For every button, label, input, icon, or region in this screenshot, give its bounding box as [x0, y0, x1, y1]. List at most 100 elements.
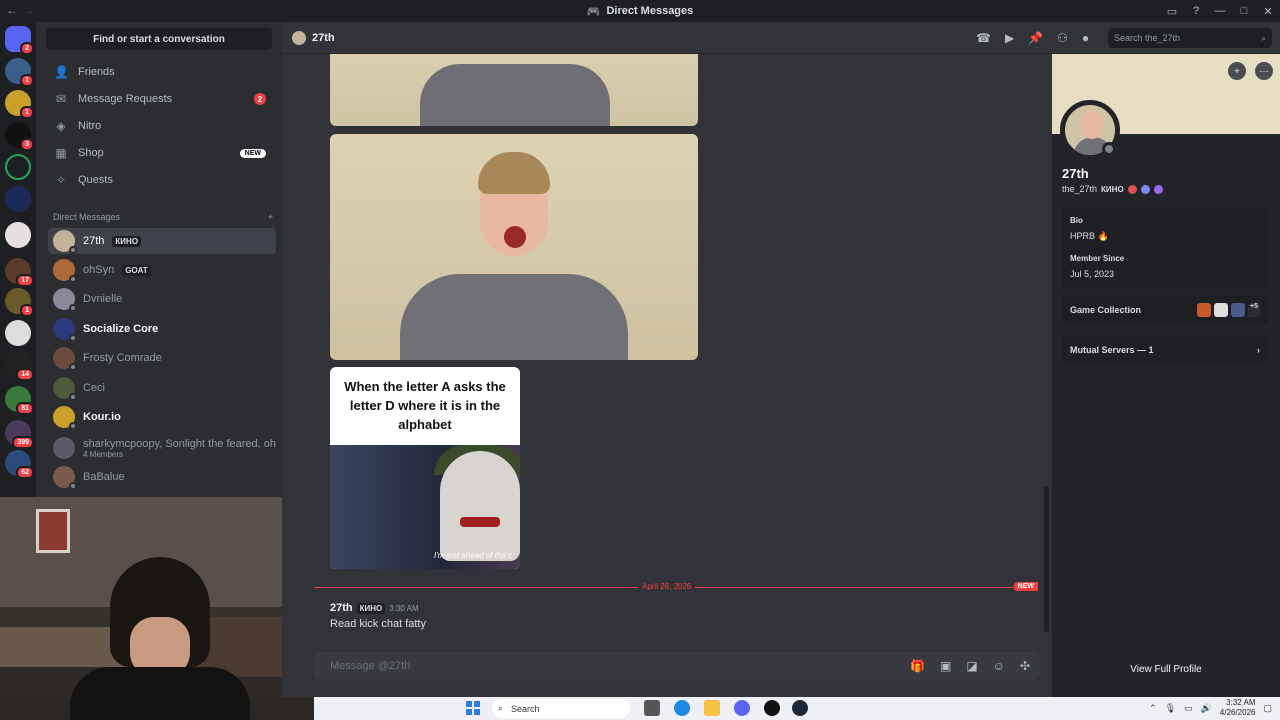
- nitro-badge-icon[interactable]: [1140, 184, 1150, 194]
- nav-message-requests[interactable]: ✉ Message Requests 2: [48, 87, 276, 111]
- nav-friends[interactable]: 👤 Friends: [48, 60, 276, 84]
- avatar: [53, 230, 77, 254]
- mutual-servers[interactable]: Mutual Servers — 1 ›: [1062, 336, 1268, 364]
- server-icon[interactable]: [5, 222, 31, 248]
- add-friend-icon[interactable]: +: [1228, 62, 1246, 80]
- sticker-icon[interactable]: ◪: [966, 659, 977, 673]
- dm-item[interactable]: Socialize Core: [48, 316, 276, 342]
- server-rail: 2 1 1 3 17 1 14 81 399 62: [0, 22, 36, 497]
- dm-item[interactable]: 27th КИНО: [48, 228, 276, 254]
- new-badge: NEW: [1013, 582, 1038, 591]
- server-badge: 399: [12, 436, 34, 449]
- call-icon[interactable]: ☎: [976, 31, 991, 45]
- server-badge: 81: [16, 402, 34, 415]
- dm-item[interactable]: Dvnielle: [48, 286, 276, 312]
- dm-item[interactable]: Kour.io: [48, 404, 276, 430]
- add-server-icon[interactable]: [5, 154, 31, 180]
- nav-quests[interactable]: ✧ Quests: [48, 168, 276, 192]
- badge-icon[interactable]: [1127, 184, 1137, 194]
- meme-image[interactable]: When the letter A asks the letter D wher…: [330, 367, 520, 569]
- shop-icon: ▦: [55, 146, 67, 160]
- nav-shop[interactable]: ▦ Shop NEW: [48, 141, 276, 165]
- video-icon[interactable]: ▶: [1005, 31, 1014, 45]
- avatar: [53, 259, 77, 283]
- avatar: [53, 288, 77, 312]
- taskview-icon[interactable]: [644, 700, 660, 716]
- server-icon[interactable]: 17: [5, 258, 34, 287]
- server-icon[interactable]: [5, 320, 31, 346]
- server-icon[interactable]: 1: [5, 58, 34, 87]
- system-tray: ⌃ 🎙 ▭ 🔊 3:32 AM 4/26/2026 ▢: [1149, 698, 1272, 718]
- gift-icon[interactable]: 🎁: [910, 659, 925, 673]
- back-arrow-icon[interactable]: ←: [6, 3, 18, 17]
- help-icon[interactable]: ?: [1184, 5, 1208, 17]
- close-button[interactable]: ✕: [1256, 5, 1280, 18]
- chat-scrollbar[interactable]: [1044, 486, 1049, 632]
- server-icon[interactable]: 3: [5, 122, 34, 151]
- server-icon[interactable]: 81: [5, 386, 34, 415]
- emoji-icon[interactable]: ☺: [993, 659, 1005, 673]
- dm-item[interactable]: BaBalue: [48, 464, 276, 490]
- message-input[interactable]: Message @27th 🎁 ▣ ◪ ☺ ✣: [314, 652, 1040, 680]
- add-friends-icon[interactable]: ⚇: [1057, 31, 1068, 45]
- chevron-up-icon[interactable]: ⌃: [1149, 703, 1157, 714]
- more-options-icon[interactable]: ⋯: [1255, 62, 1273, 80]
- search-input[interactable]: Search the_27th ⌕: [1108, 28, 1272, 48]
- view-full-profile-button[interactable]: View Full Profile: [1052, 664, 1280, 675]
- apps-icon[interactable]: ✣: [1020, 659, 1030, 673]
- minimize-button[interactable]: —: [1208, 5, 1232, 17]
- server-icon[interactable]: 399: [5, 420, 34, 449]
- volume-icon[interactable]: 🔊: [1201, 703, 1212, 714]
- profile-toggle-icon[interactable]: ●: [1082, 31, 1089, 45]
- bio-text: HPRB 🔥: [1070, 231, 1109, 241]
- server-icon[interactable]: 62: [5, 450, 34, 479]
- dm-item[interactable]: ohSyn GOAT: [48, 257, 276, 283]
- notification-icon[interactable]: ▢: [1263, 703, 1272, 714]
- inbox-icon[interactable]: ▭: [1160, 5, 1184, 18]
- server-badge: 1: [20, 74, 34, 87]
- server-icon[interactable]: 14: [5, 352, 34, 381]
- maximize-button[interactable]: □: [1232, 5, 1256, 17]
- gif-icon[interactable]: ▣: [940, 659, 951, 673]
- nav-nitro[interactable]: ◈ Nitro: [48, 114, 276, 138]
- game-collection[interactable]: Game Collection +5: [1062, 295, 1268, 325]
- add-dm-icon[interactable]: +: [268, 212, 273, 222]
- dm-group-item[interactable]: sharkymcpoopy, Sonlight the feared, oh..…: [48, 433, 276, 463]
- home-button[interactable]: 2: [5, 26, 34, 55]
- attachment-image[interactable]: [330, 54, 698, 126]
- discord-taskbar-icon[interactable]: [734, 700, 750, 716]
- server-badge: 1: [20, 304, 34, 317]
- profile-display-name: 27th: [1062, 166, 1089, 181]
- channel-title: 27th: [292, 30, 335, 45]
- nav-label: Friends: [78, 66, 115, 78]
- server-badge: 2: [20, 42, 34, 55]
- clan-tag: GOAT: [122, 264, 151, 276]
- explorer-icon[interactable]: [704, 700, 720, 716]
- obs-icon[interactable]: [764, 700, 780, 716]
- window-title: 🎮 Direct Messages: [586, 5, 694, 18]
- message-text: Read kick chat fatty: [330, 618, 426, 630]
- forward-arrow-icon[interactable]: →: [22, 3, 34, 17]
- clan-tag: КИНО: [1101, 184, 1124, 194]
- boost-badge-icon[interactable]: [1153, 184, 1163, 194]
- profile-panel: + ⋯ 27th the_27th КИНО Bio HPRB 🔥 Member…: [1052, 54, 1280, 697]
- dm-section-header: Direct Messages +: [53, 212, 273, 222]
- server-icon[interactable]: [5, 186, 31, 212]
- find-conversation-button[interactable]: Find or start a conversation: [46, 28, 272, 50]
- edge-icon[interactable]: [674, 700, 690, 716]
- message-author[interactable]: 27th: [330, 602, 353, 614]
- dm-item[interactable]: Frosty Comrade: [48, 345, 276, 371]
- pin-icon[interactable]: 📌: [1028, 31, 1043, 45]
- mic-icon[interactable]: 🎙: [1165, 703, 1176, 714]
- steam-icon[interactable]: [792, 700, 808, 716]
- attachment-image[interactable]: [330, 134, 698, 360]
- server-icon[interactable]: 1: [5, 288, 34, 317]
- monitor-icon[interactable]: ▭: [1184, 703, 1193, 714]
- dm-item[interactable]: Ceci: [48, 375, 276, 401]
- clan-tag: КИНО: [112, 235, 142, 247]
- taskbar-search[interactable]: ⌕ Search: [492, 699, 630, 718]
- windows-taskbar: ⌕ Search ⌃ 🎙 ▭ 🔊 3:32 AM 4/26/2026 ▢: [314, 697, 1280, 720]
- start-button[interactable]: [466, 701, 480, 715]
- clock[interactable]: 3:32 AM 4/26/2026: [1220, 698, 1256, 718]
- server-icon[interactable]: 1: [5, 90, 34, 119]
